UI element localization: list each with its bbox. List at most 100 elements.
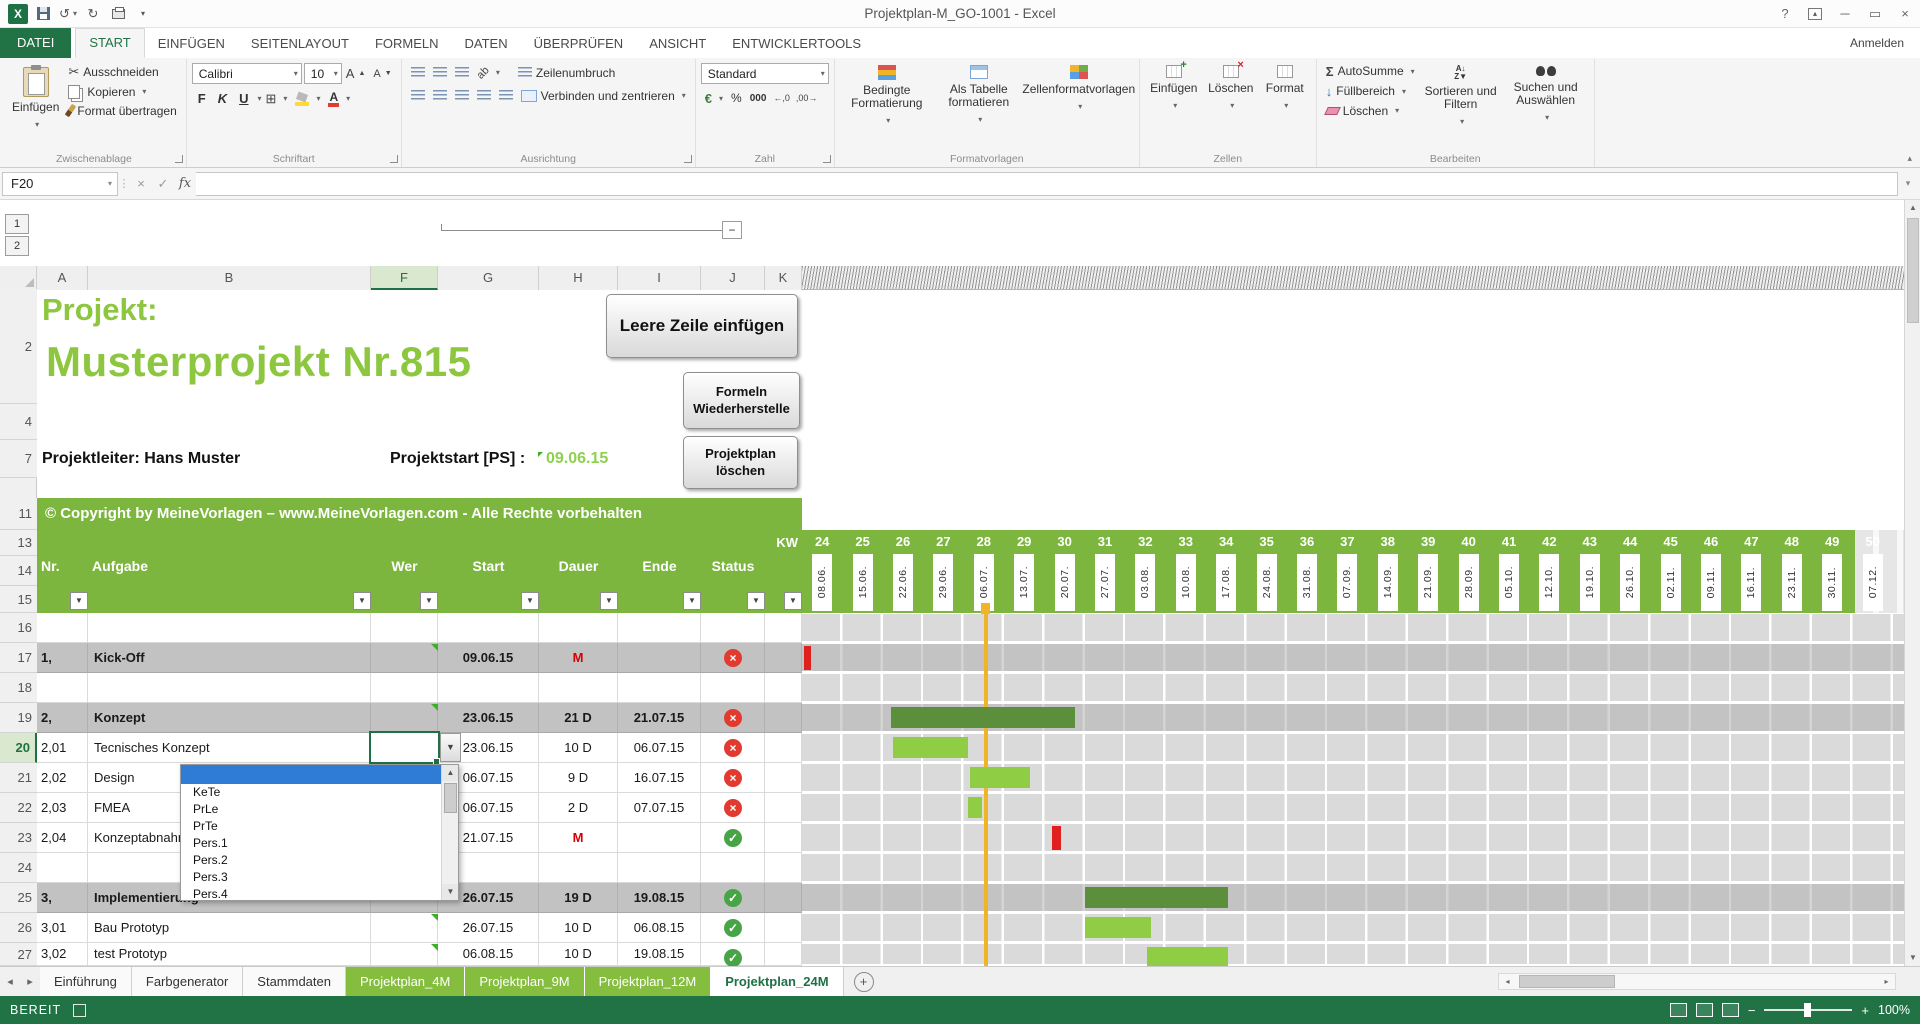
cell-A18[interactable] xyxy=(37,673,88,703)
cell-J16[interactable] xyxy=(701,613,765,643)
page-layout-view-icon[interactable] xyxy=(1696,1003,1713,1017)
close-icon[interactable]: × xyxy=(1890,0,1920,27)
number-format-select[interactable]: Standard▾ xyxy=(701,63,829,84)
gantt-kw-50[interactable]: 50 xyxy=(1852,532,1892,552)
gantt-kw-25[interactable]: 25 xyxy=(842,532,882,552)
cell-H16[interactable] xyxy=(539,613,618,643)
outline-level-2-button[interactable]: 2 xyxy=(5,236,29,256)
row-header-22[interactable]: 22 xyxy=(0,793,37,823)
copy-button[interactable]: Kopieren▾ xyxy=(64,82,180,101)
filter-button-B[interactable]: ▼ xyxy=(353,592,371,610)
selected-cell-F20[interactable] xyxy=(369,731,440,764)
ribbon-tab-einfügen[interactable]: EINFÜGEN xyxy=(145,30,238,58)
sheet-tab-projektplan_24m[interactable]: Projektplan_24M xyxy=(711,967,843,996)
cell-A25[interactable]: 3, xyxy=(37,883,88,913)
column-header-H[interactable]: H xyxy=(539,266,618,290)
cell-G18[interactable] xyxy=(438,673,539,703)
column-outline-collapse-button[interactable]: − xyxy=(722,221,742,239)
gantt-kw-46[interactable]: 46 xyxy=(1691,532,1731,552)
outline-level-1-button[interactable]: 1 xyxy=(5,214,29,234)
gantt-kw-38[interactable]: 38 xyxy=(1368,532,1408,552)
clear-button[interactable]: Löschen▾ xyxy=(1322,101,1419,120)
cell-K21[interactable] xyxy=(765,763,802,793)
sheet-tab-einführung[interactable]: Einführung xyxy=(40,967,132,996)
cell-F16[interactable] xyxy=(371,613,438,643)
gantt-kw-34[interactable]: 34 xyxy=(1206,532,1246,552)
row-header-19[interactable]: 19 xyxy=(0,703,37,733)
scroll-left-icon[interactable]: ◂ xyxy=(1499,974,1516,989)
gantt-kw-40[interactable]: 40 xyxy=(1448,532,1488,552)
align-right-button[interactable] xyxy=(451,88,473,104)
cell-B17[interactable]: Kick-Off xyxy=(88,643,371,673)
sheet-button-3[interactable]: Projektplan löschen xyxy=(683,436,798,489)
cell-K24[interactable] xyxy=(765,853,802,883)
cell-I19[interactable]: 21.07.15 xyxy=(618,703,701,733)
cell-B20[interactable]: Tecnisches Konzept xyxy=(88,733,371,763)
align-bottom-button[interactable] xyxy=(451,65,473,81)
fill-color-button[interactable]: ▾ xyxy=(291,89,324,108)
row-header-2[interactable]: 2 xyxy=(0,289,37,404)
gantt-kw-41[interactable]: 41 xyxy=(1489,532,1529,552)
cell-I25[interactable]: 19.08.15 xyxy=(618,883,701,913)
save-icon[interactable] xyxy=(31,2,55,26)
minimize-icon[interactable]: ─ xyxy=(1830,0,1860,27)
cell-K25[interactable] xyxy=(765,883,802,913)
dropdown-scroll-down-icon[interactable]: ▼ xyxy=(442,884,459,900)
gantt-kw-31[interactable]: 31 xyxy=(1085,532,1125,552)
decrease-decimal-icon[interactable]: ,00→ xyxy=(793,91,821,105)
wrap-text-button[interactable]: Zeilenumbruch xyxy=(514,63,619,82)
scroll-right-icon[interactable]: ▸ xyxy=(1878,974,1895,989)
cell-H19[interactable]: 21 D xyxy=(539,703,618,733)
cell-F27[interactable] xyxy=(371,943,438,966)
redo-icon[interactable]: ↻ xyxy=(81,2,105,26)
collapse-ribbon-icon[interactable]: ▴ xyxy=(1907,153,1912,164)
dropdown-scroll-up-icon[interactable]: ▲ xyxy=(442,765,459,781)
cell-I23[interactable] xyxy=(618,823,701,853)
cell-H20[interactable]: 10 D xyxy=(539,733,618,763)
row-header-25[interactable]: 25 xyxy=(0,883,37,913)
column-header-K[interactable]: K xyxy=(765,266,802,290)
zoom-slider-thumb[interactable] xyxy=(1804,1003,1811,1017)
gantt-kw-28[interactable]: 28 xyxy=(964,532,1004,552)
paste-button[interactable]: Einfügen▾ xyxy=(7,61,64,135)
row-header-24[interactable]: 24 xyxy=(0,853,37,883)
help-icon[interactable]: ? xyxy=(1770,0,1800,27)
insert-function-icon[interactable]: fx xyxy=(174,176,196,191)
filter-button-H[interactable]: ▼ xyxy=(600,592,618,610)
autosum-button[interactable]: ΣAutoSumme▾ xyxy=(1322,61,1419,81)
row-header-15[interactable]: 15 xyxy=(0,586,37,613)
sort-filter-button[interactable]: A↓Z▼ Sortieren und Filtern▾ xyxy=(1419,61,1503,132)
gantt-kw-36[interactable]: 36 xyxy=(1287,532,1327,552)
cell-I26[interactable]: 06.08.15 xyxy=(618,913,701,943)
row-header-21[interactable]: 21 xyxy=(0,763,37,793)
gantt-kw-37[interactable]: 37 xyxy=(1327,532,1367,552)
cell-K23[interactable] xyxy=(765,823,802,853)
sheet-button-1[interactable]: Leere Zeile einfügen xyxy=(606,294,798,358)
row-header-18[interactable]: 18 xyxy=(0,673,37,703)
cell-A22[interactable]: 2,03 xyxy=(37,793,88,823)
cancel-formula-icon[interactable]: × xyxy=(130,176,152,191)
page-break-view-icon[interactable] xyxy=(1722,1003,1739,1017)
accounting-format-button[interactable]: €▾ xyxy=(701,88,727,108)
percent-style-button[interactable]: % xyxy=(727,89,746,108)
zoom-slider[interactable] xyxy=(1764,1009,1852,1011)
cell-dropdown-button[interactable]: ▼ xyxy=(440,733,461,762)
gantt-kw-48[interactable]: 48 xyxy=(1772,532,1812,552)
increase-indent-button[interactable] xyxy=(495,88,517,104)
print-icon[interactable] xyxy=(106,2,130,26)
ribbon-display-options-icon[interactable]: ▴ xyxy=(1800,0,1830,27)
gantt-kw-42[interactable]: 42 xyxy=(1529,532,1569,552)
ribbon-tab-seitenlayout[interactable]: SEITENLAYOUT xyxy=(238,30,362,58)
gantt-kw-49[interactable]: 49 xyxy=(1812,532,1852,552)
cell-I27[interactable]: 19.08.15 xyxy=(618,943,701,966)
italic-button[interactable]: K xyxy=(212,90,233,107)
row-header-13[interactable]: 13 xyxy=(0,530,37,556)
row-header-23[interactable]: 23 xyxy=(0,823,37,853)
cell-H22[interactable]: 2 D xyxy=(539,793,618,823)
cell-K17[interactable] xyxy=(765,643,802,673)
macro-record-icon[interactable] xyxy=(73,1004,86,1017)
filter-button-G[interactable]: ▼ xyxy=(521,592,539,610)
select-all-corner[interactable] xyxy=(0,266,37,290)
cell-F26[interactable] xyxy=(371,913,438,943)
find-select-button[interactable]: Suchen und Auswählen▾ xyxy=(1503,61,1589,128)
